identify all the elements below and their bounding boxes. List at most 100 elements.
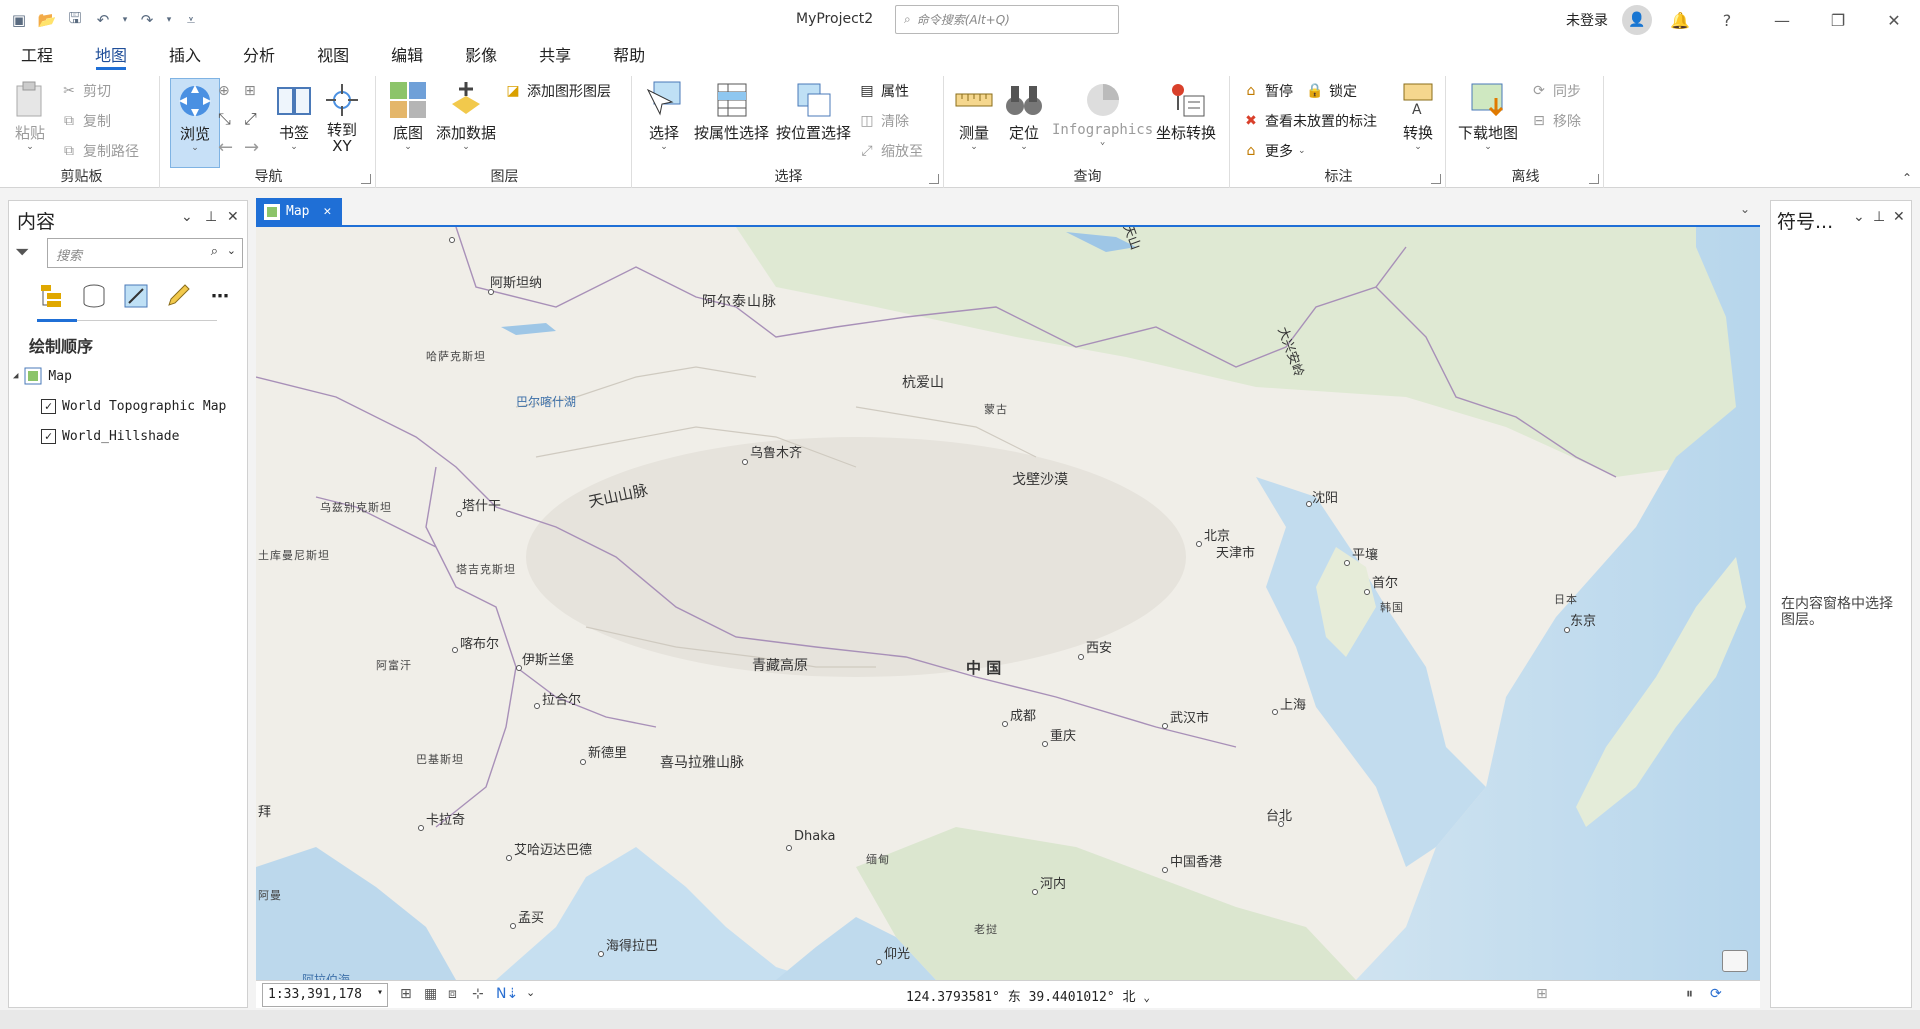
paste-button[interactable]: 粘贴 ⌄ [10,80,50,152]
minimize-icon[interactable]: — [1770,8,1794,32]
constraint-icon[interactable]: ⊞ [400,986,412,1002]
offline-launcher-icon[interactable] [1589,174,1599,184]
previous-extent-icon[interactable]: ← [218,136,233,158]
close-tab-icon[interactable]: ✕ [323,204,331,219]
pane-options-icon[interactable]: ⌄ [181,209,193,225]
tab-edit[interactable]: 编辑 [370,40,444,72]
scale-selector[interactable]: 1:33,391,178 ▾ [262,983,388,1007]
map-view[interactable]: 阿斯坦纳 阿尔泰山脉 哈萨克斯坦 巴尔喀什湖 杭爱山 蒙古 乌鲁木齐 戈壁沙漠 … [256,227,1760,980]
pin-icon[interactable]: ⊥ [205,209,217,225]
fixed-zoom-out-icon[interactable]: ⤢ [244,108,257,130]
pause-drawing-icon[interactable]: ⏸ [1686,986,1693,1002]
layer-row[interactable]: ✓ World Topographic Map [41,395,226,417]
tab-project[interactable]: 工程 [0,40,74,72]
lock-labels-button[interactable]: 🔒 锁定 [1306,80,1357,102]
refresh-icon[interactable]: ⟳ [1710,986,1722,1002]
tab-map[interactable]: 地图 [74,40,148,72]
download-map-button[interactable]: 下载地图 ⌄ [1458,80,1518,152]
overview-toggle-icon[interactable] [1722,950,1748,972]
tab-help[interactable]: 帮助 [592,40,666,72]
more-labeling-button[interactable]: ⌂ 更多 ⌄ [1242,140,1306,162]
basemap-button[interactable]: 底图 ⌄ [388,80,428,152]
fixed-zoom-in-icon[interactable]: ⤡ [218,108,231,130]
next-extent-icon[interactable]: → [244,136,259,158]
layer-visibility-checkbox[interactable]: ✓ [41,398,56,414]
undo-dropdown-icon[interactable]: ▾ [120,9,130,31]
list-by-editing-icon[interactable] [163,281,193,311]
collapse-arrow-icon[interactable]: ◢ [13,371,18,381]
coordinate-conversion-button[interactable]: 坐标转换 [1156,80,1216,143]
collapse-ribbon-icon[interactable]: ⌃ [1902,171,1912,185]
explore-button[interactable]: 浏览 ⌄ [170,78,220,168]
north-arrow-icon[interactable]: N⇣ [496,986,518,1002]
select-by-location-button[interactable]: 按位置选择 [776,80,851,143]
tab-list-dropdown-icon[interactable]: ⌄ [1740,202,1750,216]
chevron-down-icon[interactable]: ⌄ [526,986,535,999]
filter-icon[interactable]: ⏷ [15,242,29,263]
tab-imagery[interactable]: 影像 [444,40,518,72]
labeling-launcher-icon[interactable] [1431,174,1441,184]
clear-selection-button[interactable]: ◫ 清除 [858,110,909,132]
tab-analysis[interactable]: 分析 [222,40,296,72]
measure-button[interactable]: 测量 ⌄ [954,80,994,152]
tab-insert[interactable]: 插入 [148,40,222,72]
undo-icon[interactable]: ↶ [92,9,114,31]
view-unplaced-button[interactable]: ✖ 查看未放置的标注 [1242,110,1377,132]
pane-options-icon[interactable]: ⌄ [1853,209,1865,225]
attributes-button[interactable]: ▤ 属性 [858,80,909,102]
list-by-drawing-order-icon[interactable] [37,281,67,311]
chevron-down-icon[interactable]: ⌄ [1143,991,1150,1004]
close-icon[interactable]: ✕ [1882,8,1906,32]
login-status[interactable]: 未登录 [1566,10,1608,30]
zoom-to-selection-icon[interactable]: ⊞ [244,80,256,102]
more-options-icon[interactable]: ⋯ [205,281,235,311]
infographics-button[interactable]: Infographics ⌄ [1052,80,1153,147]
tab-view[interactable]: 视图 [296,40,370,72]
add-graphics-layer-button[interactable]: ◪ 添加图形图层 [504,80,611,102]
selected-features-icon[interactable]: ⊞ [1536,986,1548,1002]
select-by-attributes-button[interactable]: 按属性选择 [694,80,769,143]
navigate-launcher-icon[interactable] [361,174,371,184]
pause-labeling-button[interactable]: ⌂ 暂停 [1242,80,1293,102]
pin-icon[interactable]: ⊥ [1873,209,1885,225]
remove-offline-button[interactable]: ⊟ 移除 [1530,110,1581,132]
tab-share[interactable]: 共享 [518,40,592,72]
sync-button[interactable]: ⟳ 同步 [1530,80,1581,102]
user-avatar-icon[interactable]: 👤 [1622,5,1652,35]
contents-search-input[interactable]: 搜索 ⌕ ⌄ [47,238,243,268]
bookmarks-button[interactable]: 书签 ⌄ [274,80,314,152]
goto-xy-button[interactable]: 转到 XY [322,80,362,154]
layer-row[interactable]: ✓ World_Hillshade [41,425,179,447]
restore-icon[interactable]: ❐ [1826,8,1850,32]
add-data-button[interactable]: 添加数据 ⌄ [436,80,496,152]
redo-dropdown-icon[interactable]: ▾ [164,9,174,31]
ruler-status-icon[interactable]: ⊹ [472,986,484,1002]
zoom-to-selection-button[interactable]: ⤢ 缩放至 [858,140,923,162]
list-by-source-icon[interactable] [79,281,109,311]
redo-icon[interactable]: ↷ [136,9,158,31]
close-pane-icon[interactable]: ✕ [1893,209,1905,225]
close-pane-icon[interactable]: ✕ [227,209,239,225]
new-project-icon[interactable]: ▣ [8,9,30,31]
snapping-icon[interactable]: ⧈ [448,986,457,1002]
open-project-icon[interactable]: 📂 [36,9,58,31]
cut-button[interactable]: ✂ 剪切 [60,80,111,102]
full-extent-icon[interactable]: ⊕ [218,80,230,102]
layer-visibility-checkbox[interactable]: ✓ [41,428,56,444]
copy-path-button[interactable]: ⧉ 复制路径 [60,140,139,162]
map-tree-node[interactable]: ◢ Map [13,365,72,387]
convert-labels-button[interactable]: A 转换 ⌄ [1398,80,1438,152]
help-icon[interactable]: ? [1715,8,1739,32]
chevron-down-icon[interactable]: ⌄ [227,244,236,257]
copy-button[interactable]: ⧉ 复制 [60,110,111,132]
locate-button[interactable]: 定位 ⌄ [1004,80,1044,152]
save-project-icon[interactable]: 🖫 [64,9,86,31]
command-search-input[interactable]: ⌕ 命令搜索(Alt+Q) [895,5,1119,34]
map-view-tab[interactable]: Map ✕ [256,198,342,225]
grid-icon[interactable]: ▦ [424,986,437,1002]
notification-bell-icon[interactable]: 🔔 [1668,8,1692,32]
select-button[interactable]: 选择 ⌄ [644,80,684,152]
customize-qat-icon[interactable]: ⩡ [180,9,202,31]
selection-launcher-icon[interactable] [929,174,939,184]
list-by-selection-icon[interactable] [121,281,151,311]
